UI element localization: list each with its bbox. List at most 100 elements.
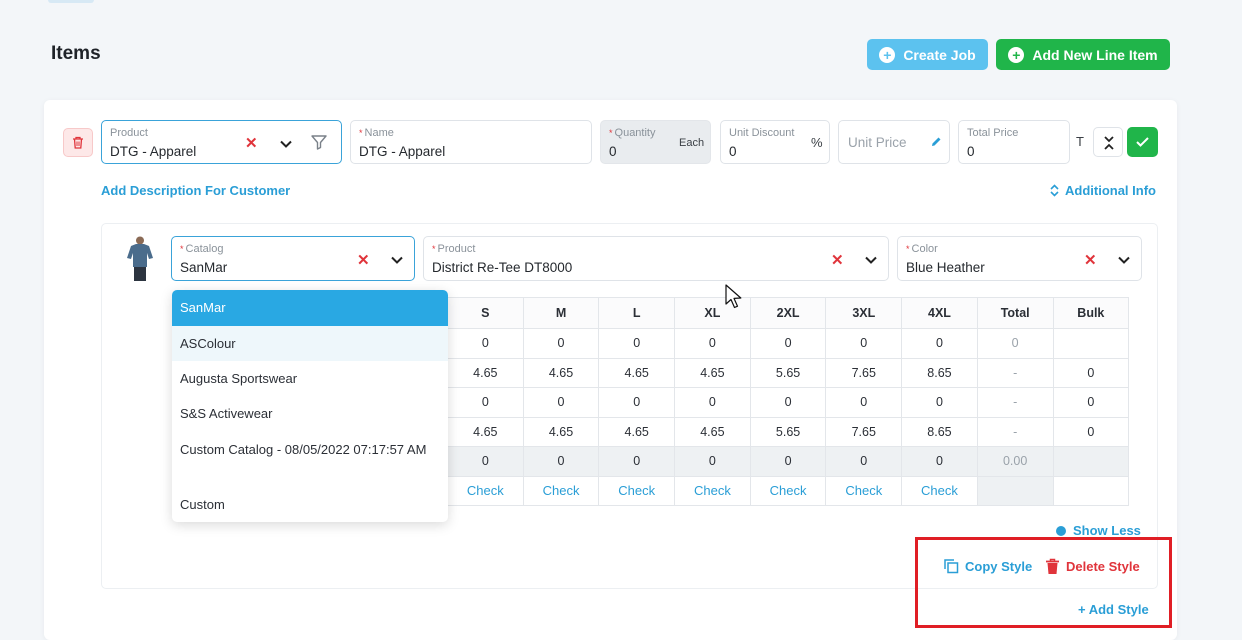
value-cell: 0 (749, 446, 827, 477)
pencil-icon[interactable] (930, 136, 942, 148)
value-cell: 0 (522, 446, 600, 477)
chevron-down-icon[interactable] (390, 253, 404, 267)
percent-suffix: % (811, 135, 823, 150)
column-header: 2XL (749, 297, 827, 329)
column-header: Total (976, 297, 1054, 329)
add-description-link[interactable]: Add Description For Customer (101, 183, 290, 198)
qty-cell[interactable]: 0 (674, 328, 751, 359)
value-cell: 0 (674, 387, 751, 418)
total-price-label: Total Price (967, 127, 1019, 139)
value-cell: 0 (825, 387, 903, 418)
catalog-option[interactable]: Custom (172, 487, 448, 522)
chevron-down-icon[interactable] (864, 253, 878, 267)
name-value: DTG - Apparel (359, 144, 446, 159)
bulk-cell (1052, 475, 1130, 506)
bulk-cell (1052, 446, 1130, 477)
clear-icon[interactable]: ✕ (1084, 251, 1097, 269)
qty-cell[interactable]: 0 (522, 328, 600, 359)
price-cell: 8.65 (901, 357, 978, 388)
check-link[interactable]: Check (749, 475, 827, 506)
trash-icon (73, 136, 83, 149)
price-cell: 4.65 (447, 416, 524, 447)
unit-price-field[interactable]: Unit Price (838, 120, 950, 164)
check-link[interactable]: Check (674, 475, 751, 506)
add-line-item-button[interactable]: + Add New Line Item (996, 39, 1170, 70)
bulk-cell (1052, 328, 1130, 359)
value-cell: 0 (901, 446, 978, 477)
info-icon (1056, 525, 1066, 536)
size-price-table: S M L XL 2XL 3XL 4XL Total Bulk 0 0 0 0 … (447, 297, 1130, 506)
product-label: Product (110, 127, 148, 139)
table-header-row: S M L XL 2XL 3XL 4XL Total Bulk (447, 297, 1130, 329)
check-link[interactable]: Check (447, 475, 524, 506)
qty-cell[interactable]: 0 (598, 328, 676, 359)
name-label: * Name (359, 127, 394, 139)
catalog-option[interactable]: Custom Catalog - 08/05/2022 07:17:57 AM (172, 440, 448, 480)
column-header: 4XL (901, 297, 978, 329)
clear-icon[interactable]: ✕ (357, 251, 370, 269)
total-cell (976, 475, 1054, 506)
unit-discount-value: 0 (729, 144, 737, 159)
value-cell: 0 (447, 387, 524, 418)
color-select[interactable]: * Color Blue Heather ✕ (897, 236, 1142, 281)
total-cell: - (976, 387, 1054, 418)
plus-circle-icon: + (879, 46, 896, 63)
check-link[interactable]: Check (901, 475, 978, 506)
show-less-link[interactable]: Show Less (1056, 523, 1141, 538)
product-thumbnail (127, 236, 153, 281)
clear-icon[interactable]: ✕ (245, 134, 258, 152)
qty-cell[interactable]: 0 (901, 328, 978, 359)
catalog-label: * Catalog (180, 243, 224, 255)
price-cell: 4.65 (674, 357, 751, 388)
qty-cell[interactable]: 0 (825, 328, 903, 359)
price-cell: 5.65 (749, 357, 827, 388)
tax-toggle-label: T (1076, 134, 1084, 149)
name-field[interactable]: * Name DTG - Apparel (350, 120, 592, 164)
additional-info-link[interactable]: Additional Info (1050, 183, 1156, 198)
page-title: Items (51, 43, 101, 64)
style-product-label: * Product (432, 243, 476, 255)
create-job-label: Create Job (903, 46, 976, 63)
check-link[interactable]: Check (522, 475, 600, 506)
style-product-select[interactable]: * Product District Re-Tee DT8000 ✕ (423, 236, 889, 281)
table-row: 0 0 0 0 0 0 0 0 (447, 328, 1130, 359)
quantity-value: 0 (609, 144, 617, 159)
value-cell: 0 (447, 446, 524, 477)
total-cell: 0.00 (976, 446, 1054, 477)
value-cell: 0 (598, 446, 676, 477)
quantity-unit: Each (679, 137, 705, 149)
price-cell: 4.65 (522, 357, 600, 388)
column-header: 3XL (825, 297, 903, 329)
column-header: S (447, 297, 524, 329)
confirm-button[interactable] (1127, 127, 1158, 157)
qty-cell[interactable]: 0 (447, 328, 524, 359)
catalog-option[interactable]: ASColour (172, 326, 448, 361)
value-cell: 0 (825, 446, 903, 477)
total-price-field[interactable]: Total Price 0 (958, 120, 1070, 164)
style-product-value: District Re-Tee DT8000 (432, 260, 573, 275)
clear-icon[interactable]: ✕ (831, 251, 844, 269)
catalog-option[interactable]: SanMar (172, 290, 448, 326)
catalog-value: SanMar (180, 260, 228, 275)
catalog-option[interactable]: S&S Activewear (172, 396, 448, 431)
color-label: * Color (906, 243, 938, 255)
total-price-value: 0 (967, 144, 975, 159)
chevron-down-icon[interactable] (279, 137, 293, 151)
unit-discount-field[interactable]: Unit Discount 0 % (720, 120, 830, 164)
column-header: Bulk (1052, 297, 1130, 329)
create-job-button[interactable]: + Create Job (867, 39, 988, 70)
total-cell: - (976, 357, 1054, 388)
chevron-down-icon[interactable] (1117, 253, 1131, 267)
catalog-select[interactable]: * Catalog SanMar ✕ (171, 236, 415, 281)
total-cell: - (976, 416, 1054, 447)
collapse-button[interactable] (1093, 127, 1123, 157)
qty-cell[interactable]: 0 (749, 328, 827, 359)
delete-line-item-button[interactable] (63, 128, 93, 157)
unit-price-placeholder: Unit Price (848, 135, 907, 150)
filter-icon[interactable] (310, 133, 328, 151)
check-link[interactable]: Check (825, 475, 903, 506)
check-link[interactable]: Check (598, 475, 676, 506)
column-header: L (598, 297, 676, 329)
catalog-option[interactable]: Augusta Sportswear (172, 361, 448, 396)
product-select[interactable]: Product DTG - Apparel ✕ (101, 120, 342, 164)
